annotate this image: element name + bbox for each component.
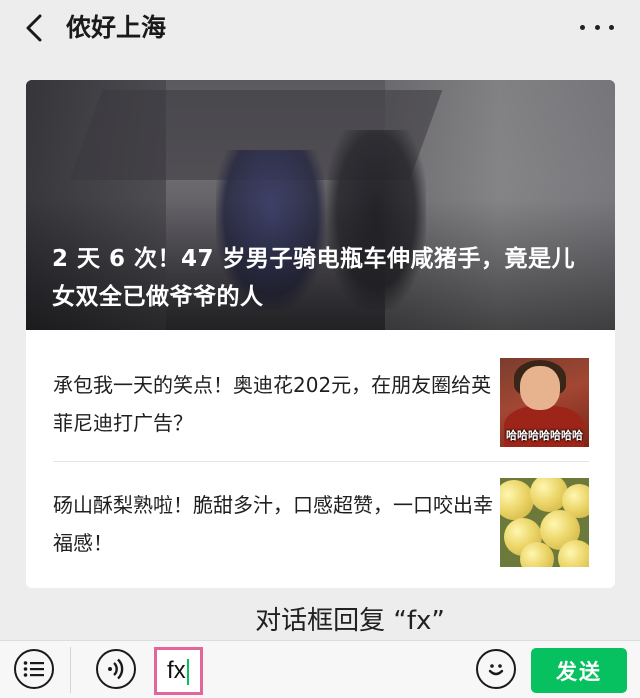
more-options-button[interactable] [580,14,614,40]
divider [70,647,71,693]
more-dots-icon [580,24,585,30]
voice-icon [108,658,124,680]
menu-list-icon [23,661,44,677]
chat-input-bar: fx 发送 [0,640,640,698]
text-cursor [186,658,189,685]
send-button[interactable]: 发送 [531,648,627,693]
voice-input-button[interactable] [96,649,136,689]
hero-article-title: 2 天 6 次！47 岁男子骑电瓶车伸咸猪手，竟是儿女双全已做爷爷的人 [52,246,576,310]
article-list-item[interactable]: 砀山酥梨熟啦！脆甜多汁，口感超赞，一口咬出幸福感！ [26,470,615,583]
menu-button[interactable] [14,649,54,689]
message-input-text: fx [167,657,186,684]
article-thumbnail [500,478,589,567]
emoji-button[interactable] [476,649,516,689]
article-list-item-title: 承包我一天的笑点！奥迪花202元，在朋友圈给英菲尼迪打广告？ [53,373,492,435]
hero-article[interactable]: 2 天 6 次！47 岁男子骑电瓶车伸咸猪手，竟是儿女双全已做爷爷的人 [26,80,615,330]
chevron-left-icon [26,14,42,42]
article-thumbnail: 哈哈哈哈哈哈哈 [500,358,589,447]
page-title: 侬好上海 [66,13,167,42]
article-list-item-title: 砀山酥梨熟啦！脆甜多汁，口感超赞，一口咬出幸福感！ [53,493,493,555]
emoji-icon [488,664,504,676]
message-input[interactable]: fx [154,647,203,695]
thumbnail-caption: 哈哈哈哈哈哈哈 [506,429,583,442]
article-card: 2 天 6 次！47 岁男子骑电瓶车伸咸猪手，竟是儿女双全已做爷爷的人 承包我一… [26,80,615,588]
back-button[interactable] [18,12,50,44]
divider [53,461,589,462]
top-navigation-bar: 侬好上海 [0,0,640,58]
reply-hint: 对话框回复 “fx” [255,606,445,636]
article-list-item[interactable]: 承包我一天的笑点！奥迪花202元，在朋友圈给英菲尼迪打广告？ 哈哈哈哈哈哈哈 [26,350,615,463]
